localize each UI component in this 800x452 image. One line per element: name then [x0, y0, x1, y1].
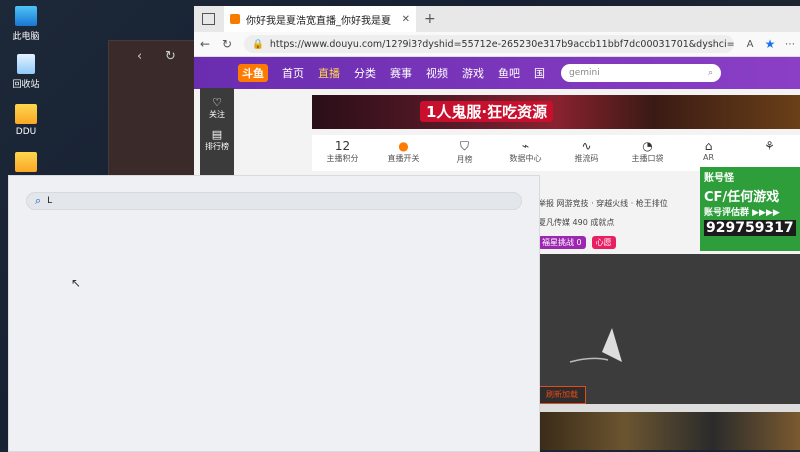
search-icon: ⌕ [35, 194, 42, 207]
douyu-logo[interactable]: 斗鱼 [238, 64, 268, 82]
new-tab-icon[interactable]: + [424, 11, 436, 27]
heart-icon: ♡ [212, 96, 222, 109]
lock-icon: 🔒 [252, 38, 264, 50]
desktop-icon-label: 回收站 [12, 80, 40, 90]
reload-button[interactable]: 刷新加载 [538, 386, 586, 404]
sidebar-item-label: 关注 [209, 110, 225, 119]
room-breadcrumb: 举报 网游竞技 · 穿越火线 · 枪王排位 [538, 199, 668, 208]
desktop-icon-label: 此电脑 [12, 32, 40, 42]
ad-line1: 账号怪 [704, 173, 734, 184]
badge-fuxing[interactable]: 福星挑战 0 [538, 236, 586, 249]
douyu-loading-icon [569, 328, 622, 363]
sidebar-item-ranking[interactable]: ▤ 排行榜 [200, 120, 234, 152]
shield-icon: ⛉ [459, 139, 469, 153]
desktop-icon-ddu[interactable]: DDU [6, 104, 46, 137]
badge-wish[interactable]: 心愿 [591, 236, 616, 249]
tool-more[interactable]: ⚘ [739, 135, 800, 171]
ad-qq: 929759317 [704, 220, 796, 236]
address-bar: ← ↻ 🔒 https://www.douyu.com/12?9i3?dyshi… [194, 32, 800, 57]
ad-line2: CF/任何游戏 [704, 190, 780, 205]
douyu-sidebar: ♡ 关注 ▤ 排行榜 [200, 88, 234, 178]
folder-icon [15, 104, 37, 124]
nav-events[interactable]: 赛事 [390, 65, 412, 81]
douyu-search-input[interactable]: gemini ⌕ [561, 64, 721, 82]
tab-title: 你好我是夏浩宽直播_你好我是夏 [246, 15, 391, 27]
nav-country[interactable]: 国 [534, 65, 545, 81]
score-value: 12 [334, 139, 351, 153]
pocket-icon: ◔ [642, 139, 653, 153]
tool-label: 主播积分 [326, 154, 359, 163]
tool-monthly[interactable]: ⛉ 月榜 [434, 135, 495, 171]
refresh-icon[interactable]: ↻ [165, 49, 176, 64]
refresh-icon[interactable]: ↻ [216, 37, 238, 51]
sidebar-item-follow[interactable]: ♡ 关注 [200, 88, 234, 120]
tool-label: 月榜 [456, 155, 473, 164]
desktop-icon-computer[interactable]: 此电脑 [6, 6, 46, 42]
tool-pocket[interactable]: ◔ 主播口袋 [617, 135, 678, 171]
advertisement[interactable]: 账号怪 CF/任何游戏 账号评估群 ▶▶▶▶ 929759317 [700, 167, 800, 251]
search-overlay: ⌕ L ↖ [8, 175, 540, 452]
search-placeholder: gemini [569, 68, 600, 78]
tool-ar[interactable]: ⌂ AR [678, 135, 739, 171]
recycle-bin-icon [17, 54, 35, 74]
search-input[interactable]: ⌕ L [26, 192, 522, 210]
close-tab-icon[interactable]: ✕ [402, 14, 410, 25]
tool-data-center[interactable]: ⌁ 数据中心 [495, 135, 556, 171]
gift-icon: ⚘ [764, 139, 775, 153]
url-text: https://www.douyu.com/12?9i3?dyshid=5571… [269, 38, 734, 50]
horizontal-scrollbar[interactable] [538, 404, 800, 412]
streamer-toolbar: 12 主播积分 ● 直播开关 ⛉ 月榜 ⌁ 数据中心 ∿ 推流码 ◔ 主播口袋 ⌂ AR ⚘ [312, 135, 800, 171]
nav-live[interactable]: 直播 [318, 65, 340, 81]
tool-score[interactable]: 12 主播积分 [312, 135, 373, 171]
tool-label: 主播口袋 [631, 154, 664, 163]
tool-stream-key[interactable]: ∿ 推流码 [556, 135, 617, 171]
read-aloud-icon[interactable]: A [740, 39, 760, 50]
tool-label: 直播开关 [387, 154, 420, 163]
nav-fishbar[interactable]: 鱼吧 [498, 65, 520, 81]
ad-line3: 账号评估群 ▶▶▶▶ [704, 208, 780, 218]
tab-actions-icon[interactable] [202, 13, 215, 25]
chart-icon: ⌁ [521, 139, 530, 153]
sidebar-item-label: 排行榜 [205, 142, 229, 151]
url-field[interactable]: 🔒 https://www.douyu.com/12?9i3?dyshid=55… [244, 35, 734, 53]
tool-label: 推流码 [574, 154, 599, 163]
browser-tab[interactable]: 你好我是夏浩宽直播_你好我是夏 ✕ [224, 6, 416, 32]
desktop-icon-label: DDU [15, 127, 37, 137]
mouse-cursor-icon: ↖ [71, 276, 82, 290]
promo-banner[interactable]: 1人鬼服·狂吃资源 [312, 95, 800, 129]
room-info: 举报 网游竞技 · 穿越火线 · 枪王排位 夏凡传媒 490 成就点 福星挑战 … [538, 196, 700, 256]
bottom-thumbnails[interactable] [538, 412, 800, 450]
tool-label: 数据中心 [509, 154, 542, 163]
nav-video[interactable]: 视频 [426, 65, 448, 81]
douyu-header: 斗鱼 首页 直播 分类 赛事 视频 游戏 鱼吧 国 gemini ⌕ [194, 57, 800, 89]
ar-icon: ⌂ [704, 139, 713, 153]
computer-icon [15, 6, 37, 26]
search-icon[interactable]: ⌕ [708, 68, 713, 78]
waveform-icon: ∿ [581, 139, 592, 153]
menu-icon[interactable]: ⋯ [780, 39, 800, 50]
tool-label: AR [702, 153, 715, 162]
nav-games[interactable]: 游戏 [462, 65, 484, 81]
back-icon[interactable]: ‹ [137, 49, 142, 64]
desktop-icon-folder[interactable] [6, 152, 46, 175]
search-value: L [47, 196, 53, 206]
nav-home[interactable]: 首页 [282, 65, 304, 81]
back-icon[interactable]: ← [194, 37, 216, 51]
toggle-icon: ● [398, 139, 409, 153]
favorite-star-icon[interactable]: ★ [760, 37, 780, 51]
banner-text: 1人鬼服·狂吃资源 [420, 101, 554, 122]
ranking-icon: ▤ [211, 128, 223, 141]
douyu-favicon-icon [230, 14, 240, 24]
tool-live-switch[interactable]: ● 直播开关 [373, 135, 434, 171]
desktop-icon-recycle-bin[interactable]: 回收站 [6, 54, 46, 90]
folder-icon [15, 152, 37, 172]
tab-bar: 你好我是夏浩宽直播_你好我是夏 ✕ + [194, 6, 800, 32]
room-meta: 夏凡传媒 490 成就点 [538, 218, 615, 227]
nav-category[interactable]: 分类 [354, 65, 376, 81]
